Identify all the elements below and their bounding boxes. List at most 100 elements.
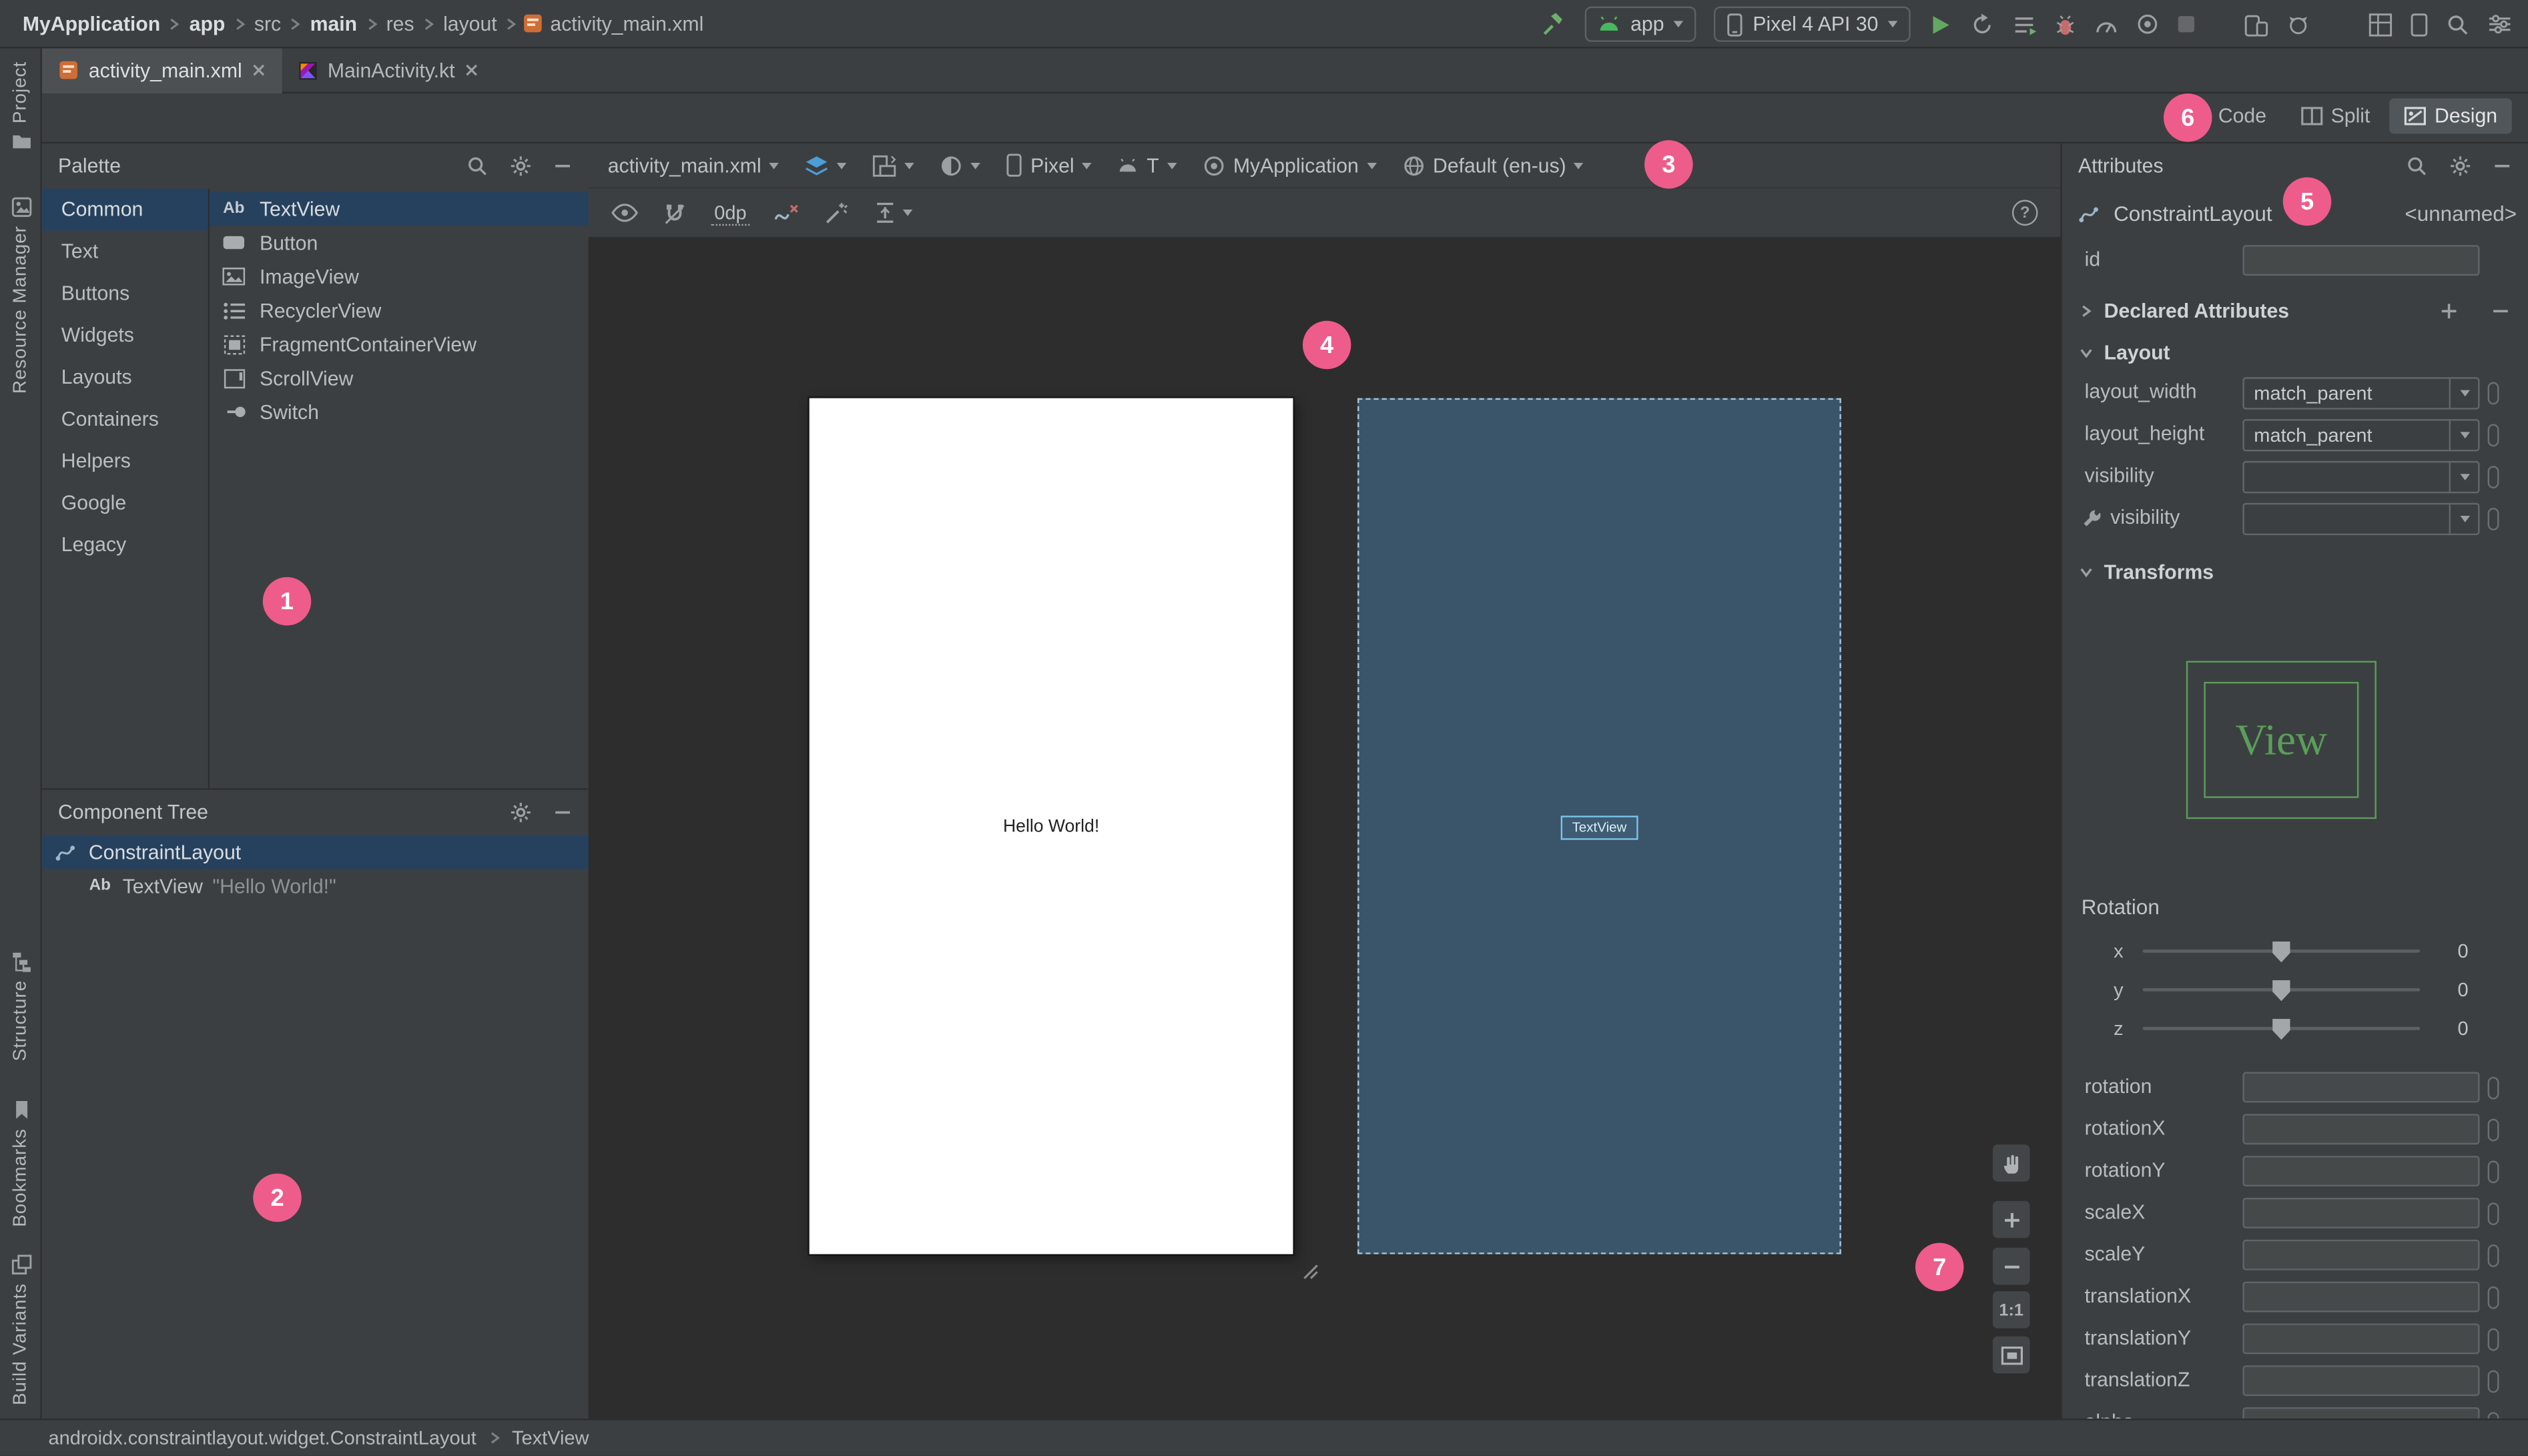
resource-picker-button[interactable] [2487, 1202, 2499, 1226]
hide-panel-icon[interactable] [553, 803, 573, 822]
night-mode-select[interactable] [940, 154, 981, 177]
blueprint-textview-widget[interactable]: TextView [1560, 815, 1638, 840]
slider-thumb[interactable] [2272, 1018, 2290, 1040]
slider-thumb[interactable] [2272, 980, 2290, 1002]
search-icon[interactable] [466, 155, 489, 177]
resize-handle[interactable] [1299, 1260, 1319, 1280]
palette-category-helpers[interactable]: Helpers [42, 440, 208, 482]
resource-picker-button[interactable] [2487, 1286, 2499, 1309]
translationx-input[interactable] [2242, 1281, 2480, 1313]
rotationy-input[interactable] [2242, 1156, 2480, 1187]
design-surface[interactable]: Hello World! TextView 1:1 [588, 238, 2061, 1419]
palette-category-buttons[interactable]: Buttons [42, 272, 208, 314]
orientation-select[interactable] [872, 154, 915, 177]
palette-item-button[interactable]: Button [210, 226, 589, 260]
search-everywhere-icon[interactable] [2446, 12, 2470, 36]
layout-section[interactable]: Layout [2062, 334, 2528, 372]
sidebar-item-bookmarks[interactable]: Bookmarks [0, 1100, 42, 1227]
gear-icon[interactable] [509, 155, 532, 177]
layout-inspector-icon[interactable] [2368, 12, 2393, 36]
palette-category-widgets[interactable]: Widgets [42, 314, 208, 356]
resource-picker-button[interactable] [2487, 466, 2499, 488]
rotation-y-slider[interactable] [2142, 980, 2421, 1002]
zoom-100-button[interactable]: 1:1 [1992, 1291, 2030, 1329]
translationy-input[interactable] [2242, 1323, 2480, 1355]
palette-category-containers[interactable]: Containers [42, 398, 208, 440]
palette-item-textview[interactable]: Ab TextView [210, 192, 589, 226]
resource-picker-button[interactable] [2487, 1370, 2499, 1393]
rotation-input[interactable] [2242, 1072, 2480, 1103]
api-version-select[interactable]: T [1118, 154, 1177, 177]
resource-picker-button[interactable] [2487, 424, 2499, 447]
design-file-select[interactable]: activity_main.xml [608, 154, 779, 177]
clear-constraints-icon[interactable] [774, 202, 800, 224]
mode-design-button[interactable]: Design [2389, 98, 2512, 134]
palette-item-scrollview[interactable]: ScrollView [210, 361, 589, 395]
visibility-select[interactable] [2242, 460, 2480, 494]
palette-category-common[interactable]: Common [41, 188, 208, 231]
infer-constraints-wand-icon[interactable] [824, 201, 848, 225]
resource-picker-button[interactable] [2487, 1118, 2499, 1142]
device-manager-icon[interactable] [2244, 12, 2268, 36]
layout-height-select[interactable]: match_parent [2242, 419, 2480, 452]
run-configuration-select[interactable]: app [1585, 6, 1696, 42]
sidebar-item-build-variants[interactable]: Build Variants [0, 1254, 42, 1405]
alpha-input[interactable] [2242, 1407, 2480, 1419]
surface-mode-select[interactable] [805, 154, 847, 177]
resource-picker-button[interactable] [2487, 382, 2499, 405]
default-margin-select[interactable]: 0dp [711, 201, 750, 226]
pan-hand-button[interactable] [1992, 1144, 2030, 1182]
gear-icon[interactable] [509, 801, 532, 824]
view-options-eye-icon[interactable] [611, 203, 639, 222]
sidebar-item-project[interactable]: Project [0, 61, 42, 149]
device-for-preview-select[interactable]: Pixel [1006, 153, 1092, 177]
rotation-z-slider[interactable] [2142, 1018, 2421, 1040]
remove-attribute-button[interactable] [2491, 302, 2510, 321]
logcat-icon[interactable] [2286, 13, 2310, 35]
theme-select[interactable]: MyApplication [1203, 154, 1377, 177]
palette-item-switch[interactable]: Switch [210, 395, 589, 429]
scalex-input[interactable] [2242, 1197, 2480, 1228]
stop-button[interactable] [2176, 15, 2196, 34]
breadcrumb-src[interactable]: src [251, 12, 284, 35]
sidebar-item-resource-manager[interactable]: Resource Manager [0, 197, 42, 394]
blueprint-preview-device[interactable]: TextView [1357, 398, 1841, 1254]
close-icon[interactable] [252, 63, 266, 77]
palette-item-imageview[interactable]: ImageView [210, 260, 589, 294]
zoom-in-button[interactable] [1992, 1200, 2030, 1238]
locale-select[interactable]: Default (en-us) [1402, 154, 1584, 177]
palette-category-text[interactable]: Text [42, 230, 208, 272]
zoom-out-button[interactable] [1992, 1247, 2030, 1285]
palette-category-google[interactable]: Google [42, 482, 208, 524]
coverage-icon[interactable] [2136, 13, 2159, 35]
mode-split-button[interactable]: Split [2286, 98, 2385, 133]
scaley-input[interactable] [2242, 1239, 2480, 1270]
palette-item-recyclerview[interactable]: RecyclerView [210, 294, 589, 328]
status-breadcrumb-item[interactable]: TextView [512, 1427, 589, 1449]
pack-align-icon[interactable] [872, 202, 913, 224]
slider-thumb[interactable] [2272, 941, 2290, 963]
zoom-to-fit-button[interactable] [1992, 1336, 2030, 1374]
palette-category-layouts[interactable]: Layouts [42, 356, 208, 398]
breadcrumb-project[interactable]: MyApplication [19, 12, 164, 35]
design-preview-device[interactable]: Hello World! [809, 398, 1293, 1254]
search-icon[interactable] [2405, 155, 2428, 177]
hello-world-textview[interactable]: Hello World! [1003, 817, 1099, 836]
debug-bug-icon[interactable] [2054, 12, 2077, 36]
breadcrumb-file[interactable]: activity_main.xml [547, 12, 707, 35]
run-button[interactable] [1928, 12, 1952, 36]
settings-sliders-icon[interactable] [2488, 13, 2512, 35]
breadcrumb-layout[interactable]: layout [440, 12, 500, 35]
profiler-icon[interactable] [2094, 14, 2118, 35]
id-input[interactable] [2242, 245, 2480, 276]
palette-category-legacy[interactable]: Legacy [42, 524, 208, 566]
resource-picker-button[interactable] [2487, 1076, 2499, 1100]
declared-attributes-section[interactable]: Declared Attributes [2062, 292, 2528, 330]
tree-item-textview[interactable]: Ab TextView "Hello World!" [42, 869, 589, 903]
hide-panel-icon[interactable] [2493, 156, 2512, 175]
resource-picker-button[interactable] [2487, 1244, 2499, 1267]
apply-changes-icon[interactable] [1970, 12, 1994, 36]
tools-visibility-select[interactable] [2242, 502, 2480, 536]
build-hammer-icon[interactable] [1540, 11, 1568, 38]
breadcrumb-res[interactable]: res [383, 12, 418, 35]
